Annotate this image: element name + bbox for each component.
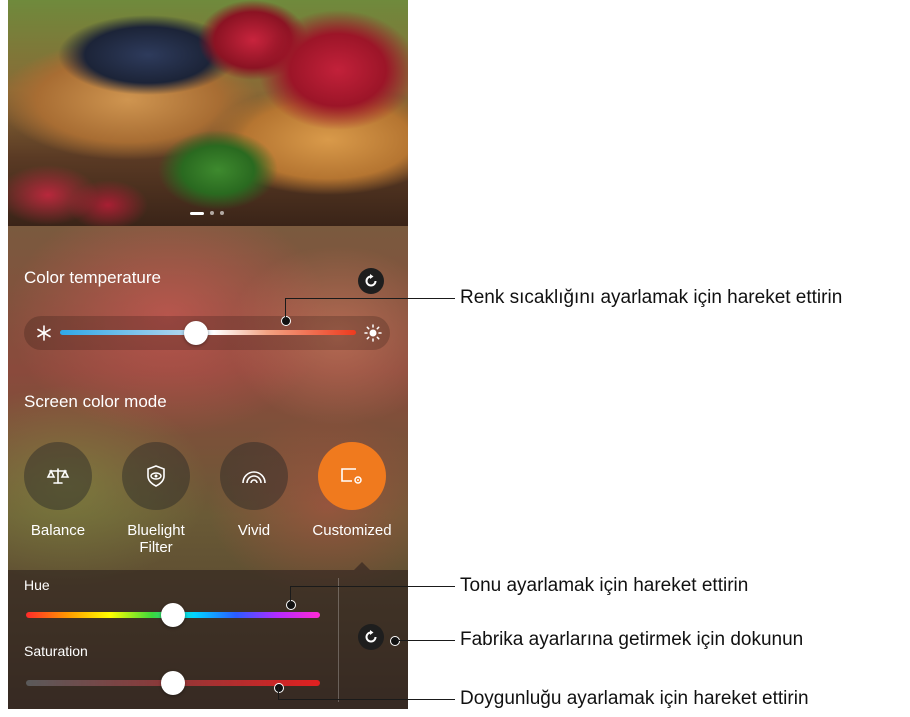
page-dot	[220, 211, 224, 215]
mode-customized-label: Customized	[312, 522, 392, 539]
mode-balance-label: Balance	[30, 522, 86, 539]
callout-leader	[290, 586, 455, 587]
color-temperature-title: Color temperature	[24, 268, 162, 287]
mode-bluelight-button[interactable]	[122, 442, 190, 510]
mode-bluelight-label: Bluelight Filter	[127, 522, 185, 556]
mode-bluelight-filter[interactable]: Bluelight Filter	[111, 442, 201, 556]
callout-hue: Tonu ayarlamak için hareket ettirin	[460, 575, 749, 596]
saturation-slider-thumb[interactable]	[161, 671, 185, 695]
phone-screen: Color temperature Screen color mode Bala…	[8, 0, 408, 709]
refresh-icon	[365, 274, 377, 287]
callout-reset: Fabrika ayarlarına getirmek için dokunun	[460, 629, 804, 650]
screen-color-mode-title: Screen color mode	[24, 392, 167, 411]
mode-balance[interactable]: Balance	[13, 442, 103, 539]
callout-leader	[278, 699, 455, 700]
callout-leader	[285, 298, 455, 299]
eye-shield-icon	[147, 465, 165, 487]
custom-adjustments: Hue Saturation	[8, 570, 408, 709]
rainbow-icon	[242, 471, 266, 484]
custom-display-icon	[341, 468, 362, 484]
callout-leader	[396, 640, 455, 641]
hue-label: Hue	[24, 577, 50, 593]
hue-slider-thumb[interactable]	[161, 603, 185, 627]
callout-marker-temperature	[281, 316, 291, 326]
callout-leader	[285, 298, 286, 320]
sun-icon	[364, 324, 382, 342]
callout-marker-hue	[286, 600, 296, 610]
selection-caret	[354, 562, 370, 570]
mode-customized-button[interactable]	[318, 442, 386, 510]
refresh-icon	[365, 630, 377, 643]
page-indicator	[190, 211, 224, 215]
custom-reset-button[interactable]	[358, 624, 384, 650]
callout-leader	[290, 586, 291, 604]
scale-icon	[46, 468, 70, 484]
page-dot	[210, 211, 214, 215]
callout-saturation: Doygunluğu ayarlamak için hareket ettiri…	[460, 688, 809, 709]
temperature-reset-button[interactable]	[358, 268, 384, 294]
mode-vivid[interactable]: Vivid	[209, 442, 299, 539]
wallpaper-preview	[8, 0, 408, 226]
callout-leader	[278, 687, 279, 699]
callout-marker-saturation	[274, 683, 284, 693]
mode-vivid-button[interactable]	[220, 442, 288, 510]
divider	[338, 578, 339, 702]
callout-temperature: Renk sıcaklığını ayarlamak için hareket …	[460, 287, 843, 308]
saturation-label: Saturation	[24, 643, 88, 659]
page-dot-active	[190, 211, 204, 215]
mode-vivid-label: Vivid	[237, 522, 271, 539]
mode-customized[interactable]: Customized	[307, 442, 397, 539]
snowflake-icon	[37, 325, 51, 341]
callout-marker-reset	[390, 636, 400, 646]
temperature-thumb[interactable]	[184, 321, 209, 345]
mode-balance-button[interactable]	[24, 442, 92, 510]
color-temperature-slider[interactable]	[24, 316, 390, 350]
